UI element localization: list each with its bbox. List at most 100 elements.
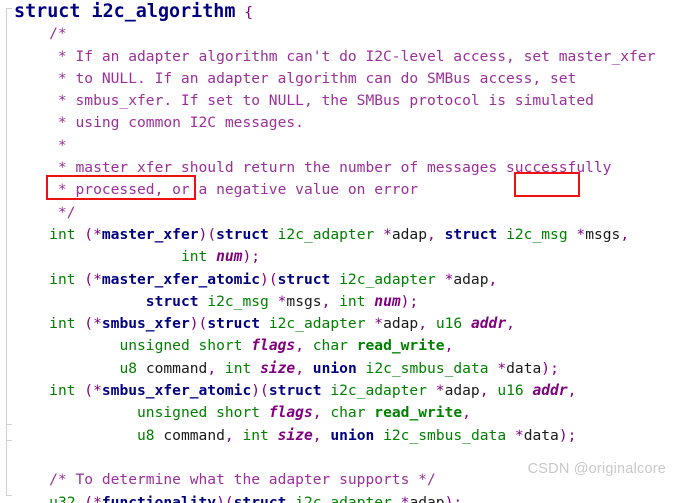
code-token: * xyxy=(391,493,410,503)
code-line[interactable]: int (*smbus_xfer_atomic)(struct i2c_adap… xyxy=(0,380,677,402)
code-token: int xyxy=(49,270,76,288)
code-token: , xyxy=(295,359,313,377)
code-token: char xyxy=(330,404,366,422)
code-token: * xyxy=(488,359,507,377)
code-token: * xyxy=(435,270,454,288)
code-line[interactable]: * processed, or a negative value on erro… xyxy=(0,179,677,201)
code-token: adap xyxy=(453,270,489,288)
code-token: u16 xyxy=(435,315,463,333)
code-line[interactable]: int (*smbus_xfer)(struct i2c_adapter *ad… xyxy=(0,313,677,335)
code-token: )( xyxy=(260,270,278,288)
code-token: struct xyxy=(145,292,199,310)
code-token: num xyxy=(216,248,243,266)
code-token: u8 xyxy=(119,359,138,377)
code-token: ); xyxy=(541,359,559,377)
code-line[interactable]: u8 command, int size, union i2c_smbus_da… xyxy=(0,358,677,380)
code-token: size xyxy=(260,359,296,377)
code-token: functionality xyxy=(101,493,217,503)
code-token: adap xyxy=(391,225,428,243)
code-token: i2c_smbus_data xyxy=(383,426,507,444)
code-token: read_write xyxy=(374,404,463,422)
code-token: * xyxy=(427,382,445,400)
code-token: * If an adapter algorithm can't do I2C-l… xyxy=(14,47,656,65)
code-line[interactable]: u32 (*functionality)(struct i2c_adapter … xyxy=(0,492,677,503)
code-body[interactable]: struct i2c_algorithm { /* * If an adapte… xyxy=(0,0,677,503)
code-token: union xyxy=(330,426,375,444)
code-line[interactable]: * master_xfer should return the number o… xyxy=(0,157,677,179)
code-line[interactable]: /* xyxy=(0,23,677,45)
code-token: int xyxy=(49,225,76,243)
code-line[interactable]: struct i2c_msg *msgs, int num); xyxy=(0,291,677,313)
code-line[interactable]: * smbus_xfer. If set to NULL, the SMBus … xyxy=(0,90,677,112)
code-token: addr xyxy=(470,315,507,333)
code-token: msgs xyxy=(286,292,322,310)
code-token: , xyxy=(224,426,243,444)
code-token: struct xyxy=(444,225,498,243)
code-line[interactable]: * xyxy=(0,135,677,157)
code-token: , xyxy=(312,404,331,422)
code-token: adap xyxy=(444,382,480,400)
code-token: int xyxy=(224,359,252,377)
code-token: ); xyxy=(558,426,577,444)
code-token: , xyxy=(207,359,225,377)
code-line[interactable]: int (*master_xfer)(struct i2c_adapter *a… xyxy=(0,224,677,246)
code-token: ); xyxy=(444,493,463,503)
code-token: i2c_adapter xyxy=(330,382,427,400)
code-token: , xyxy=(444,337,454,355)
code-token: /* xyxy=(14,25,67,43)
code-token: { xyxy=(235,4,254,21)
code-line[interactable]: unsigned short flags, char read_write, xyxy=(0,402,677,424)
code-token: , xyxy=(321,292,340,310)
code-token: * xyxy=(374,225,392,243)
code-token: command xyxy=(163,426,225,444)
code-token: )( xyxy=(198,225,217,243)
code-line[interactable]: * using common I2C messages. xyxy=(0,112,677,134)
code-token: * xyxy=(268,292,287,310)
code-token: num xyxy=(374,292,401,310)
code-token: struct xyxy=(233,493,287,503)
code-token: , xyxy=(295,337,313,355)
code-token: , xyxy=(312,426,331,444)
code-token: data xyxy=(523,426,559,444)
code-line[interactable]: unsigned short flags, char read_write, xyxy=(0,335,677,357)
code-token: smbus_xfer xyxy=(101,315,190,333)
code-token: ); xyxy=(400,292,419,310)
code-line[interactable]: int (*master_xfer_atomic)(struct i2c_ada… xyxy=(0,269,677,291)
code-line[interactable]: * to NULL. If an adapter algorithm can d… xyxy=(0,68,677,90)
code-line[interactable]: struct i2c_algorithm { xyxy=(0,1,677,23)
code-token: /* To determine what the adapter support… xyxy=(14,471,436,489)
code-line[interactable]: * If an adapter algorithm can't do I2C-l… xyxy=(0,46,677,68)
code-token: )( xyxy=(189,315,208,333)
code-token: struct xyxy=(268,382,322,400)
code-token: int xyxy=(180,248,208,266)
code-token: union xyxy=(312,359,357,377)
code-line[interactable]: u8 command, int size, union i2c_smbus_da… xyxy=(0,425,677,447)
code-token: * xyxy=(567,225,586,243)
code-token: , xyxy=(427,225,445,243)
code-token: i2c_algorithm xyxy=(91,1,236,22)
watermark-text: CSDN @originalcore xyxy=(527,461,666,477)
code-line[interactable]: */ xyxy=(0,202,677,224)
code-token: size xyxy=(277,426,313,444)
code-line[interactable]: int num); xyxy=(0,246,677,268)
code-token: msgs xyxy=(585,225,621,243)
code-token: * to NULL. If an adapter algorithm can d… xyxy=(14,69,577,87)
code-token: (* xyxy=(75,382,102,400)
code-token: i2c_msg xyxy=(506,225,568,243)
